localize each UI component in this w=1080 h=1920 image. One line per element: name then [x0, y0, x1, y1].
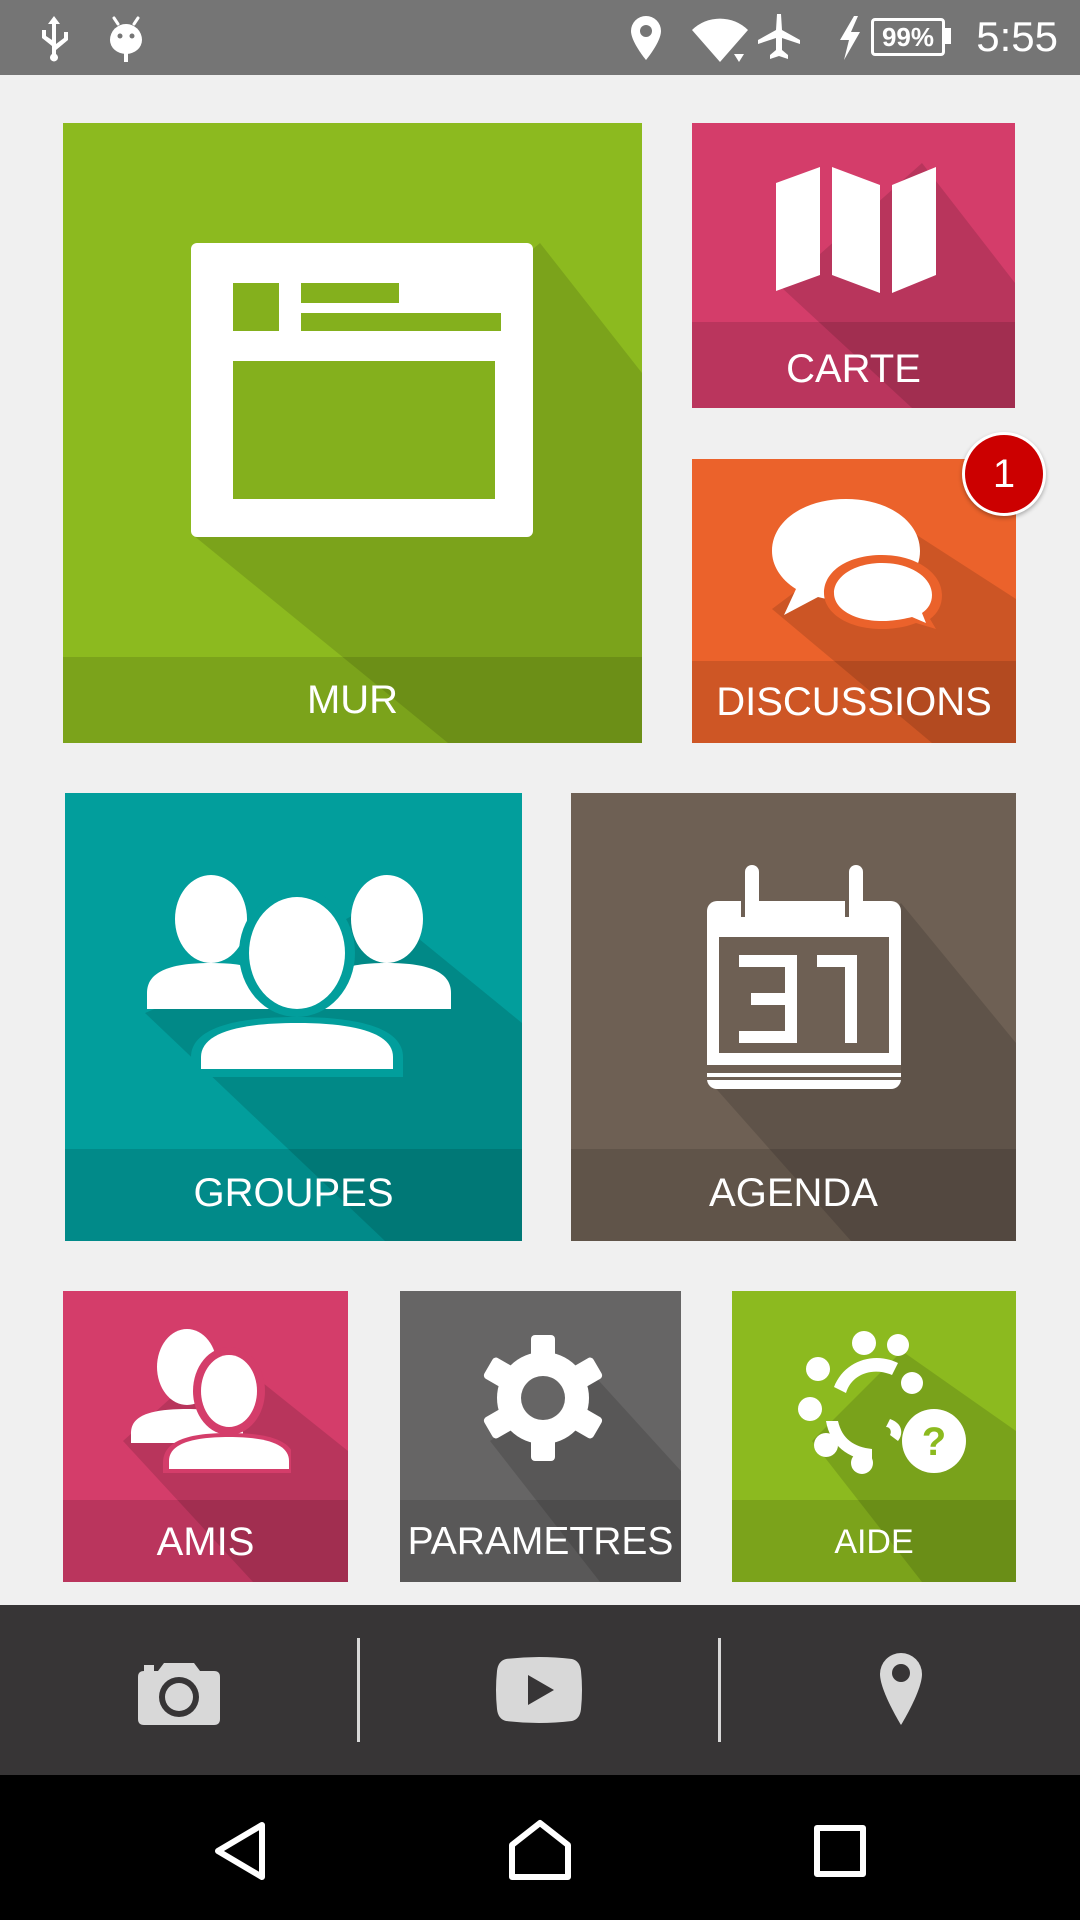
calendar-icon: [707, 865, 901, 1089]
tile-label: CARTE: [786, 347, 921, 391]
tile-label: DISCUSSIONS: [716, 680, 992, 724]
svg-text:?: ?: [922, 1420, 946, 1464]
clock: 5:55: [976, 13, 1058, 60]
charging-icon: [840, 16, 860, 60]
navigation-bar: [0, 1775, 1080, 1920]
tile-discussions[interactable]: DISCUSSIONS: [692, 459, 1016, 743]
location-button[interactable]: [722, 1605, 1080, 1775]
help-community-icon: ?: [798, 1331, 966, 1474]
battery-percent: 99%: [881, 22, 935, 52]
wifi-icon: [692, 18, 748, 62]
airplane-mode-icon: [758, 14, 800, 59]
camera-button[interactable]: [0, 1605, 358, 1775]
usb-icon: [42, 16, 68, 62]
recents-icon: [814, 1825, 866, 1877]
tile-aide[interactable]: ? AIDE: [732, 1291, 1016, 1582]
tile-label: AGENDA: [709, 1171, 878, 1215]
home-icon: [509, 1820, 571, 1880]
tile-label: AMIS: [156, 1520, 255, 1564]
camera-icon: [138, 1663, 220, 1725]
android-debug-icon: [110, 16, 142, 62]
group-icon: [147, 875, 451, 1077]
tile-amis[interactable]: AMIS: [63, 1291, 348, 1582]
chat-bubbles-icon: [772, 499, 942, 629]
tile-parametres[interactable]: PARAMETRES: [400, 1291, 681, 1582]
battery-indicator: 99%: [871, 18, 945, 56]
tile-carte[interactable]: CARTE: [692, 123, 1015, 408]
tile-label: GROUPES: [193, 1171, 394, 1215]
tile-groupes[interactable]: GROUPES: [65, 793, 522, 1241]
map-pin-icon: [880, 1653, 922, 1725]
tile-mur[interactable]: MUR: [63, 123, 642, 743]
recents-button[interactable]: [740, 1775, 940, 1920]
friends-icon: [131, 1329, 291, 1473]
battery-nub: [945, 28, 951, 44]
tile-agenda[interactable]: AGENDA: [571, 793, 1016, 1241]
back-button[interactable]: [140, 1775, 340, 1920]
gear-icon: [483, 1335, 603, 1461]
home-button[interactable]: [440, 1775, 640, 1920]
toolbar-divider: [718, 1638, 721, 1742]
bottom-toolbar: [0, 1605, 1080, 1775]
back-icon: [215, 1822, 265, 1880]
map-icon: [776, 167, 936, 293]
location-icon: [631, 16, 661, 60]
tile-label: MUR: [306, 678, 399, 722]
video-play-icon: [496, 1657, 582, 1723]
tile-label: PARAMETRES: [407, 1520, 674, 1563]
wall-news-icon: [191, 243, 533, 537]
video-button[interactable]: [360, 1605, 718, 1775]
notification-badge: 1: [962, 432, 1046, 516]
tile-label: AIDE: [834, 1523, 914, 1561]
status-bar: 99% 5:55: [0, 0, 1080, 75]
